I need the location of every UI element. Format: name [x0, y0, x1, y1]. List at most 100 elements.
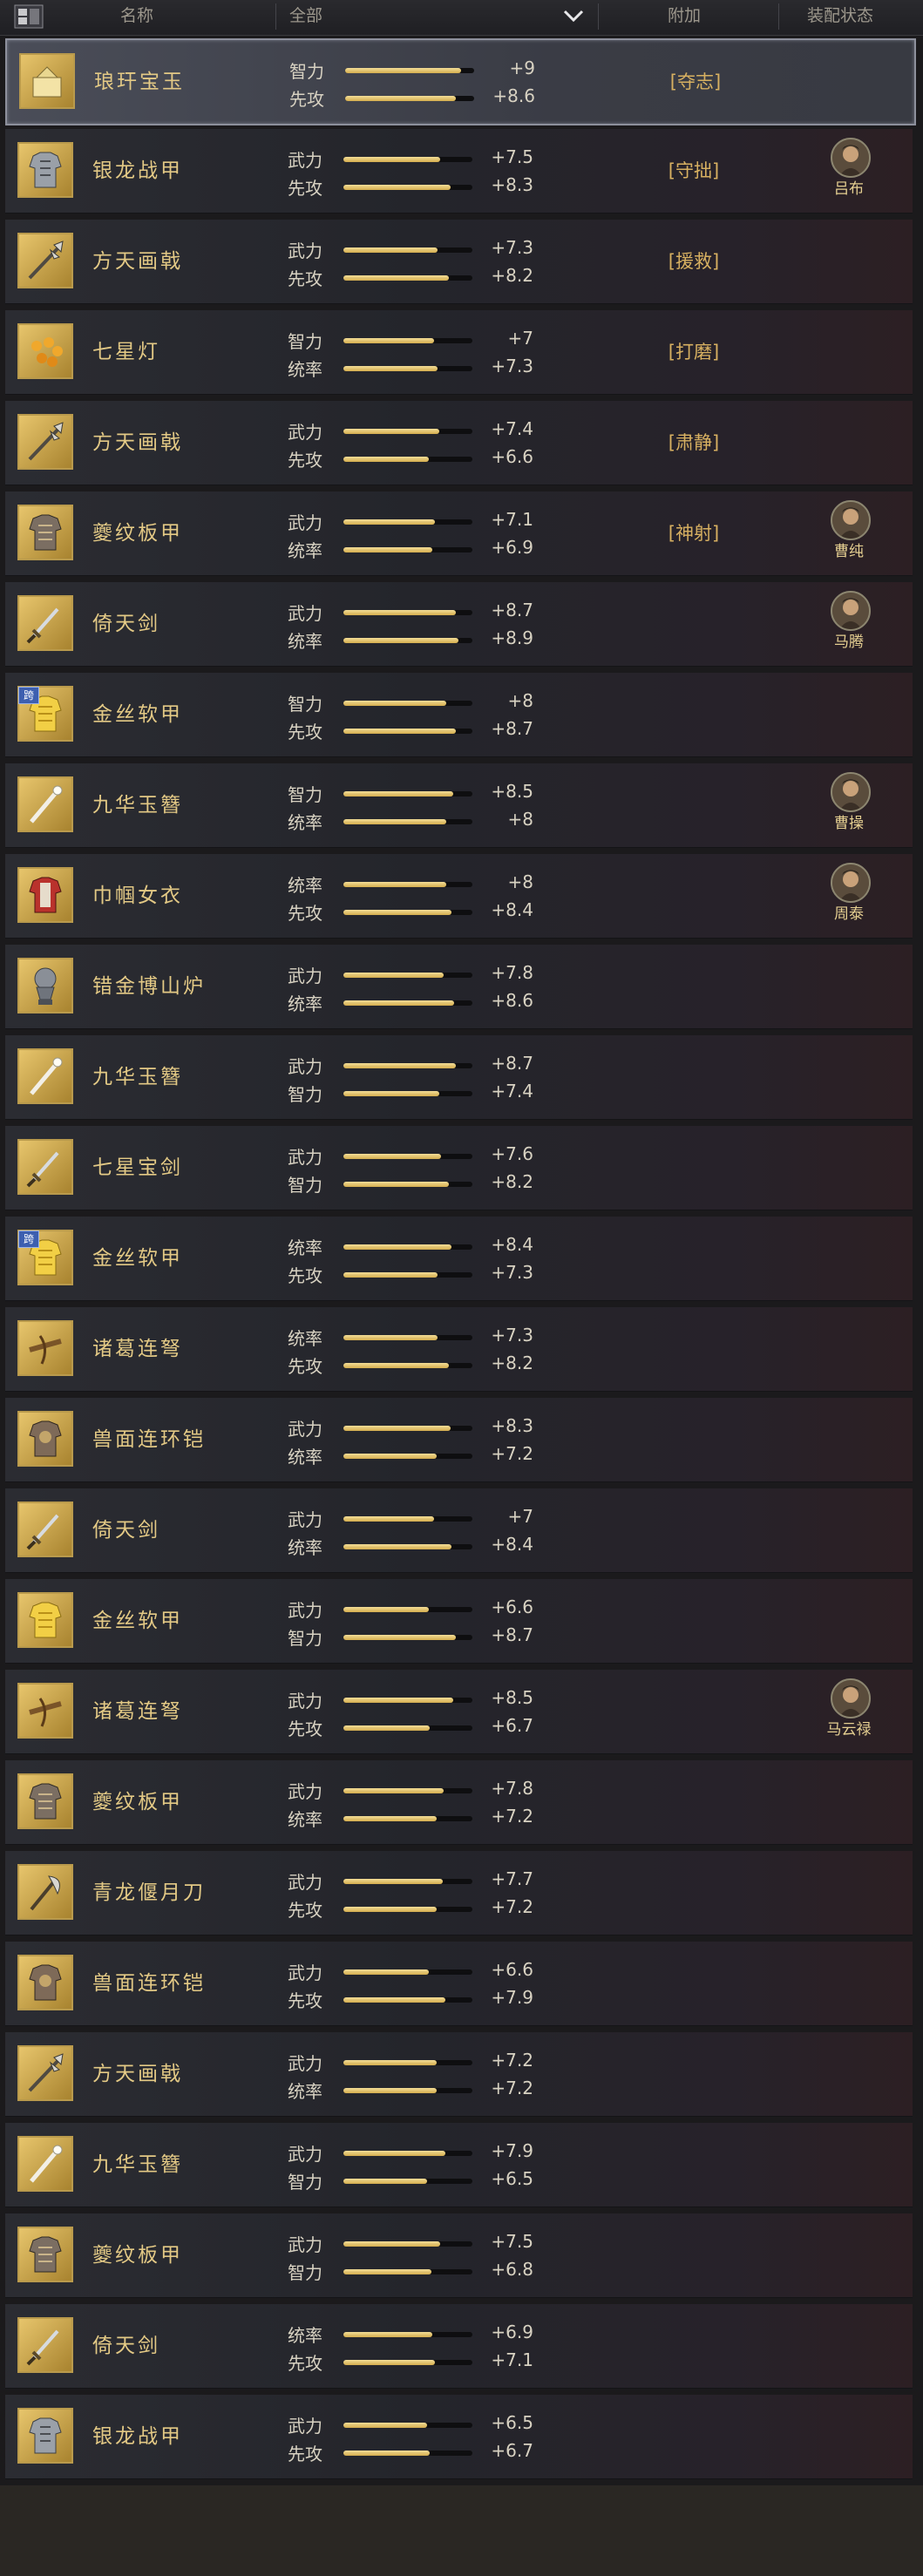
- stat-label: 统率: [288, 1809, 322, 1830]
- header-divider: [275, 3, 276, 30]
- equipped-hero[interactable]: 吕布: [823, 138, 875, 207]
- header-status[interactable]: 装配状态: [807, 0, 873, 35]
- crossbow-icon: [29, 1698, 62, 1727]
- equipment-row[interactable]: 金丝软甲 武力 +6.6 智力 +8.7: [5, 1579, 913, 1664]
- stat-bar-fill: [343, 1091, 439, 1096]
- equipment-thumbnail[interactable]: [17, 505, 73, 560]
- equipment-thumbnail[interactable]: [17, 2136, 73, 2192]
- stat-label: 武力: [288, 2144, 322, 2165]
- chevron-down-icon[interactable]: [561, 5, 586, 26]
- equipment-thumbnail[interactable]: [17, 1139, 73, 1195]
- equipment-thumbnail[interactable]: [17, 2227, 73, 2282]
- stat-label: 武力: [288, 1781, 322, 1802]
- equipment-row[interactable]: 诸葛连弩 统率 +7.3 先攻 +8.2: [5, 1307, 913, 1392]
- header-bonus[interactable]: 附加: [668, 0, 701, 35]
- stat-value: +7.3: [491, 1325, 533, 1346]
- equipment-row[interactable]: 九华玉簪 智力 +8.5 统率 +8 曹操: [5, 763, 913, 848]
- stat-bar-fill: [343, 1063, 456, 1068]
- equipment-row[interactable]: 倚天剑 统率 +6.9 先攻 +7.1: [5, 2304, 913, 2389]
- stat-value: +8.4: [491, 1534, 533, 1555]
- stat-label: 统率: [288, 812, 322, 833]
- equipment-row[interactable]: 夔纹板甲 武力 +7.8 统率 +7.2: [5, 1760, 913, 1845]
- stat-bar-fill: [343, 1363, 450, 1368]
- equipment-row[interactable]: 银龙战甲 武力 +7.5 先攻 +8.3 [守拙] 吕布: [5, 129, 913, 214]
- equipment-thumbnail[interactable]: [17, 1320, 73, 1376]
- stat-bar-fill: [343, 1997, 445, 2003]
- equipment-row[interactable]: 夔纹板甲 武力 +7.1 统率 +6.9 [神射] 曹纯: [5, 491, 913, 576]
- equipment-row[interactable]: 倚天剑 武力 +8.7 统率 +8.9 马腾: [5, 582, 913, 667]
- equipment-row[interactable]: 错金博山炉 武力 +7.8 统率 +8.6: [5, 945, 913, 1029]
- equipment-row[interactable]: 兽面连环铠 武力 +6.6 先攻 +7.9: [5, 1942, 913, 2026]
- stat-value: +7.8: [491, 962, 533, 983]
- equipment-thumbnail[interactable]: 跨: [17, 686, 73, 742]
- equipment-thumbnail[interactable]: [19, 53, 75, 109]
- equipment-thumbnail[interactable]: [17, 1955, 73, 2010]
- equipment-row[interactable]: 银龙战甲 武力 +6.5 先攻 +6.7: [5, 2395, 913, 2479]
- equipment-row[interactable]: 诸葛连弩 武力 +8.5 先攻 +6.7 马云禄: [5, 1670, 913, 1754]
- equipment-thumbnail[interactable]: 跨: [17, 1230, 73, 1285]
- equipment-thumbnail[interactable]: [17, 595, 73, 651]
- equipped-hero[interactable]: 马云禄: [823, 1678, 875, 1748]
- equipment-thumbnail[interactable]: [17, 2408, 73, 2464]
- hero-avatar: [831, 1678, 871, 1718]
- stat-bar: [343, 338, 472, 343]
- header-name[interactable]: 名称: [120, 0, 153, 35]
- equipment-name: 金丝软甲: [92, 703, 183, 726]
- equipment-row[interactable]: 夔纹板甲 武力 +7.5 智力 +6.8: [5, 2213, 913, 2298]
- equipment-row[interactable]: 方天画戟 武力 +7.2 统率 +7.2: [5, 2032, 913, 2117]
- stat-bar-fill: [343, 429, 439, 434]
- equipment-thumbnail[interactable]: [17, 1411, 73, 1467]
- equipment-row[interactable]: 青龙偃月刀 武力 +7.7 先攻 +7.2: [5, 1851, 913, 1935]
- equipment-thumbnail[interactable]: [17, 958, 73, 1013]
- stat-bar: [343, 1969, 472, 1975]
- equipment-thumbnail[interactable]: [17, 323, 73, 379]
- stat-bar-fill: [343, 1907, 437, 1912]
- equipped-hero[interactable]: 曹操: [823, 772, 875, 842]
- equipment-thumbnail[interactable]: [17, 776, 73, 832]
- equipment-row[interactable]: 九华玉簪 武力 +7.9 智力 +6.5: [5, 2123, 913, 2207]
- equipment-row[interactable]: 跨金丝软甲 智力 +8 先攻 +8.7: [5, 673, 913, 757]
- equipment-row[interactable]: 七星宝剑 武力 +7.6 智力 +8.2: [5, 1126, 913, 1210]
- equipment-row[interactable]: 倚天剑 武力 +7 统率 +8.4: [5, 1488, 913, 1573]
- equipment-thumbnail[interactable]: [17, 414, 73, 470]
- equipment-row[interactable]: 方天画戟 武力 +7.4 先攻 +6.6 [肃静]: [5, 401, 913, 485]
- equipment-row[interactable]: 九华玉簪 武力 +8.7 智力 +7.4: [5, 1035, 913, 1120]
- equipment-thumbnail[interactable]: [17, 142, 73, 198]
- header-filter[interactable]: 全部: [289, 0, 322, 35]
- equipment-thumbnail[interactable]: [17, 233, 73, 288]
- equipment-thumbnail[interactable]: [17, 867, 73, 923]
- equipment-row[interactable]: 兽面连环铠 武力 +8.3 统率 +7.2: [5, 1398, 913, 1482]
- layout-toggle-icon[interactable]: [14, 4, 44, 29]
- stat-label: 先攻: [288, 903, 322, 924]
- equipment-thumbnail[interactable]: [17, 1502, 73, 1557]
- equipment-row[interactable]: 琅玕宝玉 智力 +9 先攻 +8.6 [夺志]: [5, 38, 916, 125]
- equipment-thumbnail[interactable]: [17, 1592, 73, 1648]
- equipment-row[interactable]: 七星灯 智力 +7 统率 +7.3 [打磨]: [5, 310, 913, 395]
- equipment-row[interactable]: 方天画戟 武力 +7.3 先攻 +8.2 [援救]: [5, 220, 913, 304]
- equipped-hero[interactable]: 周泰: [823, 863, 875, 932]
- stat-value: +8: [507, 871, 533, 892]
- stat-bar-fill: [343, 701, 447, 706]
- equipment-row[interactable]: 跨金丝软甲 统率 +8.4 先攻 +7.3: [5, 1217, 913, 1301]
- equipment-thumbnail[interactable]: [17, 1683, 73, 1739]
- halberd-icon: [28, 2053, 64, 2092]
- equipped-hero[interactable]: 曹纯: [823, 500, 875, 570]
- stat-bar: [343, 791, 472, 797]
- stat-bar: [343, 638, 472, 643]
- bonus-tag: [夺志]: [669, 71, 722, 92]
- jade-hairpin-icon: [30, 1057, 63, 1095]
- equipment-thumbnail[interactable]: [17, 1864, 73, 1920]
- equipment-row[interactable]: 巾帼女衣 统率 +8 先攻 +8.4 周泰: [5, 854, 913, 939]
- equipment-thumbnail[interactable]: [17, 1773, 73, 1829]
- equipped-hero[interactable]: 马腾: [823, 591, 875, 661]
- equipment-thumbnail[interactable]: [17, 2045, 73, 2101]
- stat-bar: [343, 1544, 472, 1549]
- equipment-name: 倚天剑: [92, 2335, 160, 2357]
- equipment-thumbnail[interactable]: [17, 2317, 73, 2373]
- beast-armor-icon: [29, 1420, 62, 1457]
- equipment-name: 九华玉簪: [92, 1066, 183, 1088]
- equipment-thumbnail[interactable]: [17, 1048, 73, 1104]
- equipment-name: 兽面连环铠: [92, 1972, 206, 1995]
- stat-label: 统率: [288, 2325, 322, 2346]
- stat-bar: [343, 882, 472, 887]
